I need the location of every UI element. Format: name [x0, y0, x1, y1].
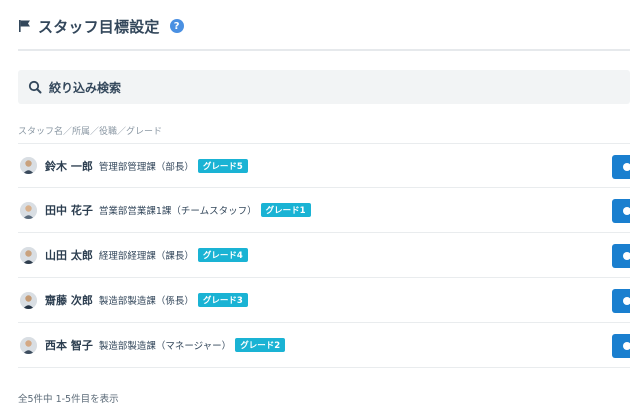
staff-goal-settings-page: スタッフ目標設定 ? 絞り込み検索 スタッフ名／所属／役職／グレード 鈴木 一郎…	[0, 0, 630, 420]
row-action-button[interactable]	[612, 155, 630, 179]
staff-row[interactable]: 鈴木 一郎 管理部管理課（部長） グレード5	[18, 143, 630, 188]
filter-search-toggle[interactable]: 絞り込み検索	[18, 70, 630, 104]
staff-list: 鈴木 一郎 管理部管理課（部長） グレード5 田中 花子 営業部営業課1課（チー…	[18, 143, 630, 368]
staff-row[interactable]: 山田 太郎 経理部経理課（課長） グレード4	[18, 233, 630, 278]
flag-icon	[18, 19, 32, 33]
filter-search-label: 絞り込み検索	[49, 80, 122, 95]
grade-badge: グレード1	[260, 203, 311, 217]
staff-name[interactable]: 山田 太郎	[45, 247, 93, 263]
staff-name[interactable]: 西本 智子	[45, 337, 93, 353]
staff-name[interactable]: 鈴木 一郎	[45, 158, 93, 174]
list-column-header: スタッフ名／所属／役職／グレード	[18, 127, 163, 137]
pagination-summary: 全5件中 1-5件目を表示	[18, 394, 119, 405]
staff-name[interactable]: 田中 花子	[45, 202, 93, 218]
avatar	[20, 201, 37, 219]
staff-row[interactable]: 田中 花子 営業部営業課1課（チームスタッフ） グレード1	[18, 188, 630, 233]
row-action-button[interactable]	[612, 199, 630, 223]
staff-department: 製造部製造課（マネージャー）	[98, 341, 232, 352]
staff-department: 製造部製造課（係長）	[98, 296, 194, 307]
staff-row[interactable]: 齋藤 次郎 製造部製造課（係長） グレード3	[18, 278, 630, 323]
avatar	[20, 291, 37, 309]
page-title: スタッフ目標設定	[38, 17, 160, 36]
help-icon[interactable]: ?	[169, 19, 184, 33]
search-icon	[28, 80, 42, 94]
row-action-button[interactable]	[612, 334, 630, 358]
page-header: スタッフ目標設定 ?	[18, 14, 184, 38]
grade-badge: グレード4	[197, 248, 248, 262]
staff-department: 経理部経理課（課長）	[98, 251, 194, 262]
staff-department: 営業部営業課1課（チームスタッフ）	[98, 206, 257, 217]
grade-badge: グレード3	[197, 293, 248, 307]
grade-badge: グレード2	[235, 338, 286, 352]
avatar	[20, 157, 37, 174]
avatar	[20, 246, 37, 264]
grade-badge: グレード5	[197, 158, 248, 173]
row-action-button[interactable]	[612, 244, 630, 268]
staff-department: 管理部管理課（部長）	[98, 161, 194, 173]
staff-row[interactable]: 西本 智子 製造部製造課（マネージャー） グレード2	[18, 323, 630, 368]
row-action-button[interactable]	[612, 289, 630, 313]
staff-name[interactable]: 齋藤 次郎	[45, 292, 93, 308]
avatar	[20, 336, 37, 354]
header-divider	[18, 49, 630, 51]
